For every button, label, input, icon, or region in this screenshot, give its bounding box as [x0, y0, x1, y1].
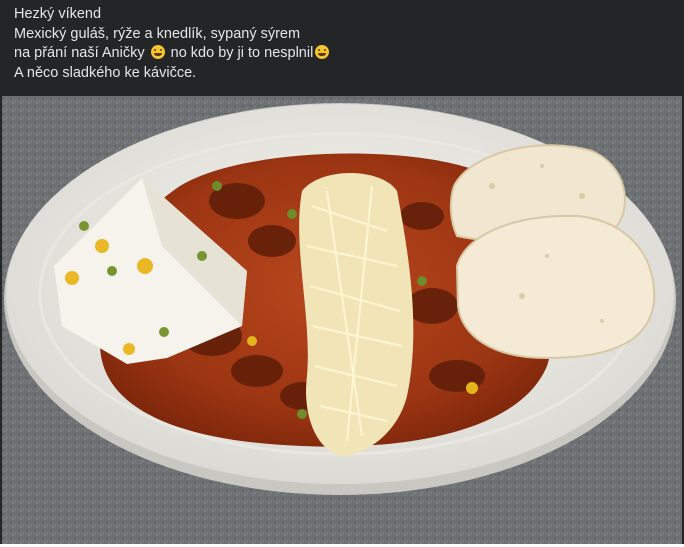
- post-photo[interactable]: [2, 96, 682, 544]
- caption-line-1: Hezký víkend: [14, 6, 102, 22]
- post-caption: Hezký víkend Mexický guláš, rýže a knedl…: [0, 0, 684, 96]
- caption-line-4: A něco sladkého ke kávičce.: [14, 64, 197, 81]
- caption-line-2: Mexický guláš, rýže a knedlík, sypaný sý…: [14, 25, 301, 42]
- grinning-face-emoji-icon: [315, 45, 330, 59]
- food-photo-illustration: [2, 96, 682, 544]
- upside-down-face-emoji-icon: [150, 45, 165, 59]
- caption-line-3-start: na přání naší Aničky: [14, 45, 145, 61]
- caption-line-3-end: no kdo by ji to nesplnil: [166, 45, 314, 61]
- facebook-post: Hezký víkend Mexický guláš, rýže a knedl…: [0, 0, 684, 547]
- caption-line-3: na přání naší Aničky no kdo by ji to nes…: [14, 44, 670, 64]
- dumpling-slice-2: [455, 214, 656, 360]
